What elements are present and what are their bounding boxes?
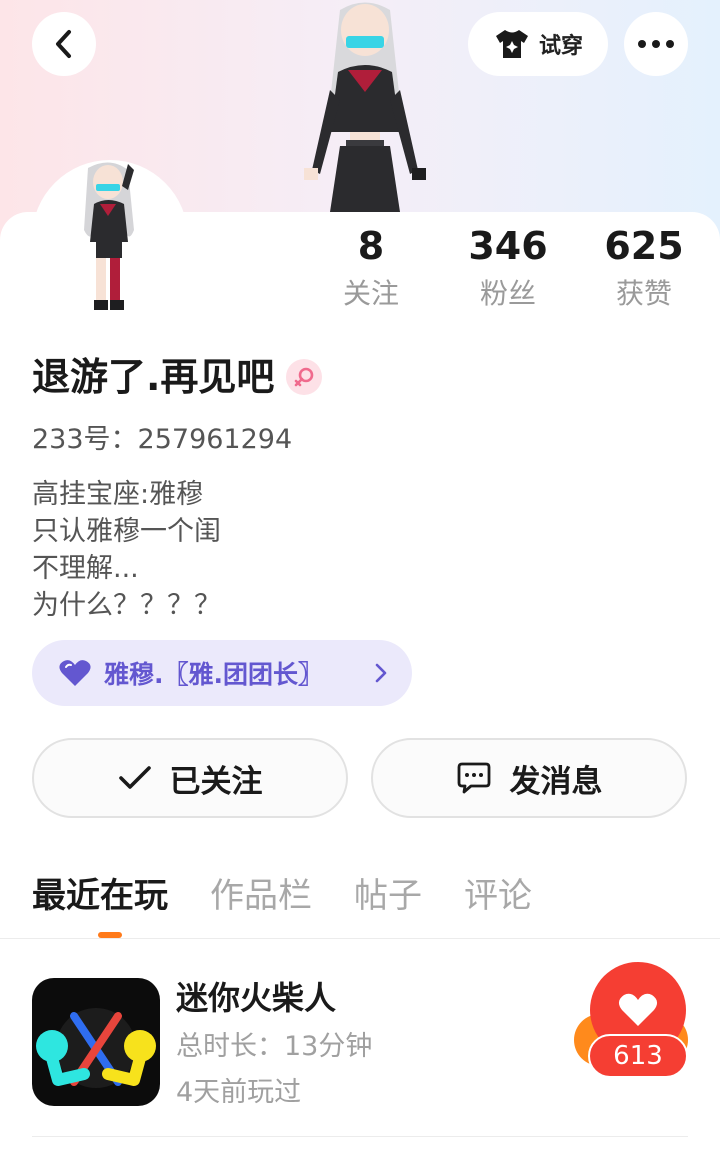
hero-character-image (304, 2, 426, 212)
stat-likes[interactable]: 625 获赞 (589, 224, 699, 314)
stat-following[interactable]: 8 关注 (316, 224, 426, 314)
more-button[interactable] (624, 12, 688, 76)
tab-recent-play[interactable]: 最近在玩 (32, 870, 168, 922)
game-title: 迷你火柴人 (176, 979, 337, 1017)
chevron-left-icon (56, 30, 71, 58)
user-id: 233号：257961294 (32, 424, 293, 455)
bio-line: 只认雅穆一个闺 (32, 516, 221, 547)
like-count: 613 (588, 1034, 688, 1078)
female-symbol-icon (295, 367, 314, 387)
game-last-played: 4天前玩过 (176, 1077, 302, 1108)
list-item[interactable]: 迷你火柴人 总时长：13分钟 4天前玩过 613 (0, 960, 720, 1136)
more-dots-icon (638, 40, 674, 48)
heart-icon (618, 993, 658, 1026)
game-icon (32, 978, 160, 1106)
back-button[interactable] (32, 12, 96, 76)
stat-fans[interactable]: 346 粉丝 (453, 224, 563, 314)
username: 退游了.再见吧 (32, 355, 275, 399)
game-play-time: 总时长：13分钟 (176, 1031, 373, 1062)
chevron-right-icon (375, 663, 387, 683)
heart-icon (59, 660, 91, 686)
gender-badge (286, 359, 323, 395)
stat-fans-label: 粉丝 (479, 277, 536, 310)
name-row: 退游了.再见吧 (32, 352, 323, 402)
guild-name: 雅穆.〖雅.团团长〗 (104, 660, 323, 689)
check-icon (118, 766, 151, 789)
chat-bubble-icon (457, 762, 490, 794)
like-button[interactable]: 613 (574, 960, 690, 1080)
follow-button[interactable]: 已关注 (32, 738, 348, 818)
try-on-button[interactable]: 试穿 (468, 12, 608, 76)
tab-posts[interactable]: 帖子 (354, 870, 422, 922)
guild-tag[interactable]: 雅穆.〖雅.团团长〗 (32, 640, 412, 706)
tab-comments[interactable]: 评论 (464, 870, 532, 922)
tab-works[interactable]: 作品栏 (210, 870, 312, 922)
bio-line: 高挂宝座:雅穆 (32, 479, 204, 510)
message-label: 发消息 (509, 763, 603, 800)
avatar-character-image (84, 162, 134, 310)
message-button[interactable]: 发消息 (371, 738, 687, 818)
stickman-game-icon (36, 1008, 156, 1088)
stat-fans-count: 346 (468, 224, 548, 268)
list-divider (32, 1136, 688, 1137)
follow-label: 已关注 (169, 763, 263, 800)
try-on-label: 试穿 (538, 34, 583, 59)
stat-following-label: 关注 (342, 277, 399, 310)
bio-line: 不理解... (32, 553, 139, 584)
avatar[interactable] (32, 160, 188, 316)
stat-likes-count: 625 (604, 224, 684, 268)
profile-tabs: 最近在玩 作品栏 帖子 评论 (32, 870, 574, 922)
stat-likes-label: 获赞 (615, 277, 672, 310)
profile-page: 试穿 8 关注 346 粉丝 625 获赞 退游了.再见吧 233号：25796… (0, 0, 720, 1157)
bio-line: 为什么？？？？ (32, 590, 221, 621)
tabs-divider (0, 938, 720, 939)
stat-following-count: 8 (357, 224, 385, 268)
bio: 高挂宝座:雅穆 只认雅穆一个闺 不理解... 为什么？？？？ (32, 476, 221, 624)
tshirt-sparkle-icon (495, 30, 528, 58)
